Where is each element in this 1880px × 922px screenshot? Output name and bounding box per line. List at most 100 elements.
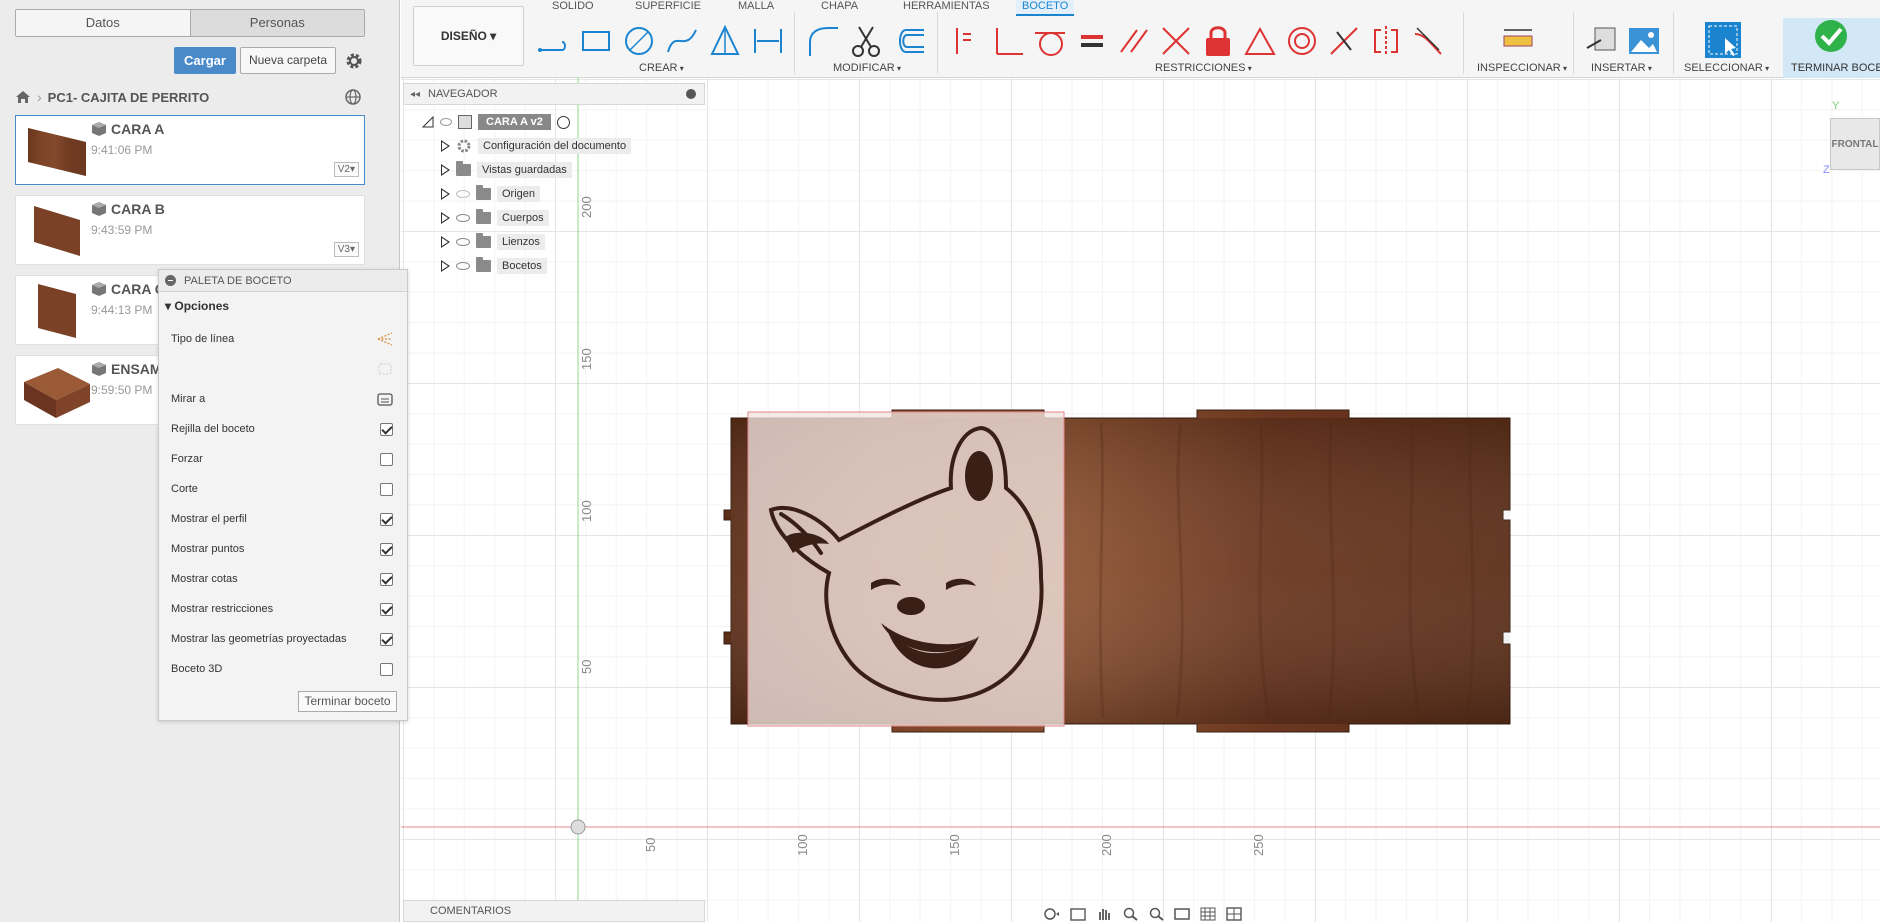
eye-icon[interactable]	[456, 262, 470, 270]
rectangle-tool-icon[interactable]	[579, 24, 613, 58]
checkbox[interactable]	[380, 512, 393, 526]
group-crear[interactable]: CREAR	[639, 62, 684, 74]
tangent-constraint-icon[interactable]	[1033, 24, 1067, 58]
sketch-canvas[interactable]: 50 100 150 200 250 200 150 100 50	[401, 78, 1880, 922]
navigator-root[interactable]: CARA A v2	[422, 112, 570, 132]
collapse-left-icon[interactable]: ◂◂	[410, 89, 420, 100]
palette-header[interactable]: PALETA DE BOCETO	[159, 270, 407, 292]
linetype-icon[interactable]	[377, 331, 393, 347]
insert-image-icon[interactable]	[1627, 24, 1661, 58]
expand-right-icon[interactable]	[441, 260, 450, 272]
option-mirar-a[interactable]: Mirar a	[171, 388, 393, 410]
home-icon[interactable]	[15, 89, 31, 105]
checkbox[interactable]	[380, 662, 393, 676]
zoom-icon[interactable]	[1122, 907, 1138, 921]
grid-settings-icon[interactable]	[1200, 907, 1216, 921]
group-inspeccionar[interactable]: INSPECCIONAR	[1477, 62, 1567, 74]
orbit-icon[interactable]	[1042, 907, 1060, 921]
globe-icon[interactable]	[344, 88, 362, 106]
navigator-item[interactable]: Configuración del documento	[441, 136, 632, 156]
option-boceto-3d[interactable]: Boceto 3D	[171, 658, 393, 680]
option-rejilla-del-boceto[interactable]: Rejilla del boceto	[171, 418, 393, 440]
polygon-tool-icon[interactable]	[708, 24, 742, 58]
look-at-icon[interactable]	[1070, 907, 1086, 921]
group-modificar[interactable]: MODIFICAR	[833, 62, 901, 74]
checkbox[interactable]	[380, 422, 393, 436]
option-corte[interactable]: Corte	[171, 478, 393, 500]
option-mostrar-geometrias-proyectadas[interactable]: Mostrar las geometrías proyectadas	[171, 628, 393, 650]
navigator-item[interactable]: Vistas guardadas	[441, 160, 572, 180]
measure-icon[interactable]	[1501, 24, 1535, 58]
equal-constraint-icon[interactable]	[1075, 24, 1109, 58]
option-mostrar-restricciones[interactable]: Mostrar restricciones	[171, 598, 393, 620]
eye-hidden-icon[interactable]	[456, 190, 470, 198]
tab-herramientas[interactable]: HERRAMIENTAS	[903, 0, 990, 12]
checkbox[interactable]	[380, 452, 393, 466]
expand-right-icon[interactable]	[441, 188, 450, 200]
option-mostrar-puntos[interactable]: Mostrar puntos	[171, 538, 393, 560]
group-restricciones[interactable]: RESTRICCIONES	[1155, 62, 1252, 74]
trim-scissors-icon[interactable]	[849, 24, 883, 58]
tab-malla[interactable]: MALLA	[738, 0, 774, 12]
circle-tool-icon[interactable]	[622, 24, 656, 58]
coincident-constraint-icon[interactable]	[949, 24, 983, 58]
dimension-tool-icon[interactable]	[751, 24, 785, 58]
checkbox[interactable]	[380, 602, 393, 616]
palette-section-opciones[interactable]: ▾ Opciones	[159, 292, 407, 322]
expand-down-icon[interactable]	[422, 116, 434, 128]
fillet-tool-icon[interactable]	[806, 24, 840, 58]
parallel-constraint-icon[interactable]	[1117, 24, 1151, 58]
offset-tool-icon[interactable]	[892, 24, 926, 58]
group-insertar[interactable]: INSERTAR	[1591, 62, 1652, 74]
option-mostrar-el-perfil[interactable]: Mostrar el perfil	[171, 508, 393, 530]
expand-right-icon[interactable]	[441, 212, 450, 224]
new-folder-button[interactable]: Nueva carpeta	[240, 47, 336, 74]
checkbox[interactable]	[380, 572, 393, 586]
display-settings-icon[interactable]	[1174, 907, 1190, 921]
breadcrumb-project[interactable]: PC1- CAJITA DE PERRITO	[48, 90, 210, 105]
tab-chapa[interactable]: CHAPA	[821, 0, 858, 12]
eye-icon[interactable]	[456, 214, 470, 222]
look-at-icon[interactable]	[377, 391, 393, 407]
expand-right-icon[interactable]	[441, 236, 450, 248]
tab-boceto[interactable]: BOCETO	[1016, 0, 1075, 16]
group-seleccionar[interactable]: SELECCIONAR	[1684, 62, 1769, 74]
viewports-icon[interactable]	[1226, 906, 1242, 921]
navigator-item[interactable]: Cuerpos	[441, 208, 549, 228]
version-badge[interactable]: V3▾	[333, 242, 359, 257]
symmetry-constraint-icon[interactable]	[1369, 24, 1403, 58]
tab-superficie[interactable]: SUPERFICIE	[635, 0, 701, 12]
option-forzar[interactable]: Forzar	[171, 448, 393, 470]
view-cube[interactable]: FRONTAL	[1830, 118, 1880, 170]
upload-button[interactable]: Cargar	[174, 47, 236, 74]
file-card-cara-a[interactable]: CARA A 9:41:06 PM V2▾	[15, 115, 365, 185]
concentric-constraint-icon[interactable]	[1285, 24, 1319, 58]
activate-radio-icon[interactable]	[556, 115, 570, 129]
navigator-item[interactable]: Origen	[441, 184, 541, 204]
midpoint-constraint-icon[interactable]	[1159, 24, 1193, 58]
pan-hand-icon[interactable]	[1096, 907, 1112, 921]
expand-right-icon[interactable]	[441, 140, 450, 152]
zoom-window-icon[interactable]	[1148, 907, 1164, 921]
eye-icon[interactable]	[456, 238, 470, 246]
checkbox[interactable]	[380, 482, 393, 496]
tab-datos[interactable]: Datos	[16, 10, 190, 36]
perpendicular-constraint-icon[interactable]	[991, 24, 1025, 58]
line-tool-icon[interactable]	[536, 24, 570, 58]
option-tipo-de-linea[interactable]: Tipo de línea	[171, 328, 393, 350]
option-mostrar-cotas[interactable]: Mostrar cotas	[171, 568, 393, 590]
finish-sketch-button[interactable]: TERMINAR BOCETO	[1783, 18, 1880, 78]
select-window-icon[interactable]	[1703, 20, 1743, 60]
checkbox[interactable]	[380, 632, 393, 646]
navigator-item[interactable]: Bocetos	[441, 256, 547, 276]
spline-tool-icon[interactable]	[665, 24, 699, 58]
version-badge[interactable]: V2▾	[333, 162, 359, 177]
workspace-dropdown[interactable]: DISEÑO ▾	[413, 6, 524, 66]
file-card-cara-b[interactable]: CARA B 9:43:59 PM V3▾	[15, 195, 365, 265]
collinear-constraint-icon[interactable]	[1327, 24, 1361, 58]
insert-derive-icon[interactable]	[1585, 24, 1619, 58]
finish-sketch-palette-button[interactable]: Terminar boceto	[298, 691, 397, 712]
gear-icon[interactable]	[343, 50, 365, 72]
curvature-constraint-icon[interactable]	[1411, 24, 1445, 58]
tab-personas[interactable]: Personas	[189, 10, 364, 36]
